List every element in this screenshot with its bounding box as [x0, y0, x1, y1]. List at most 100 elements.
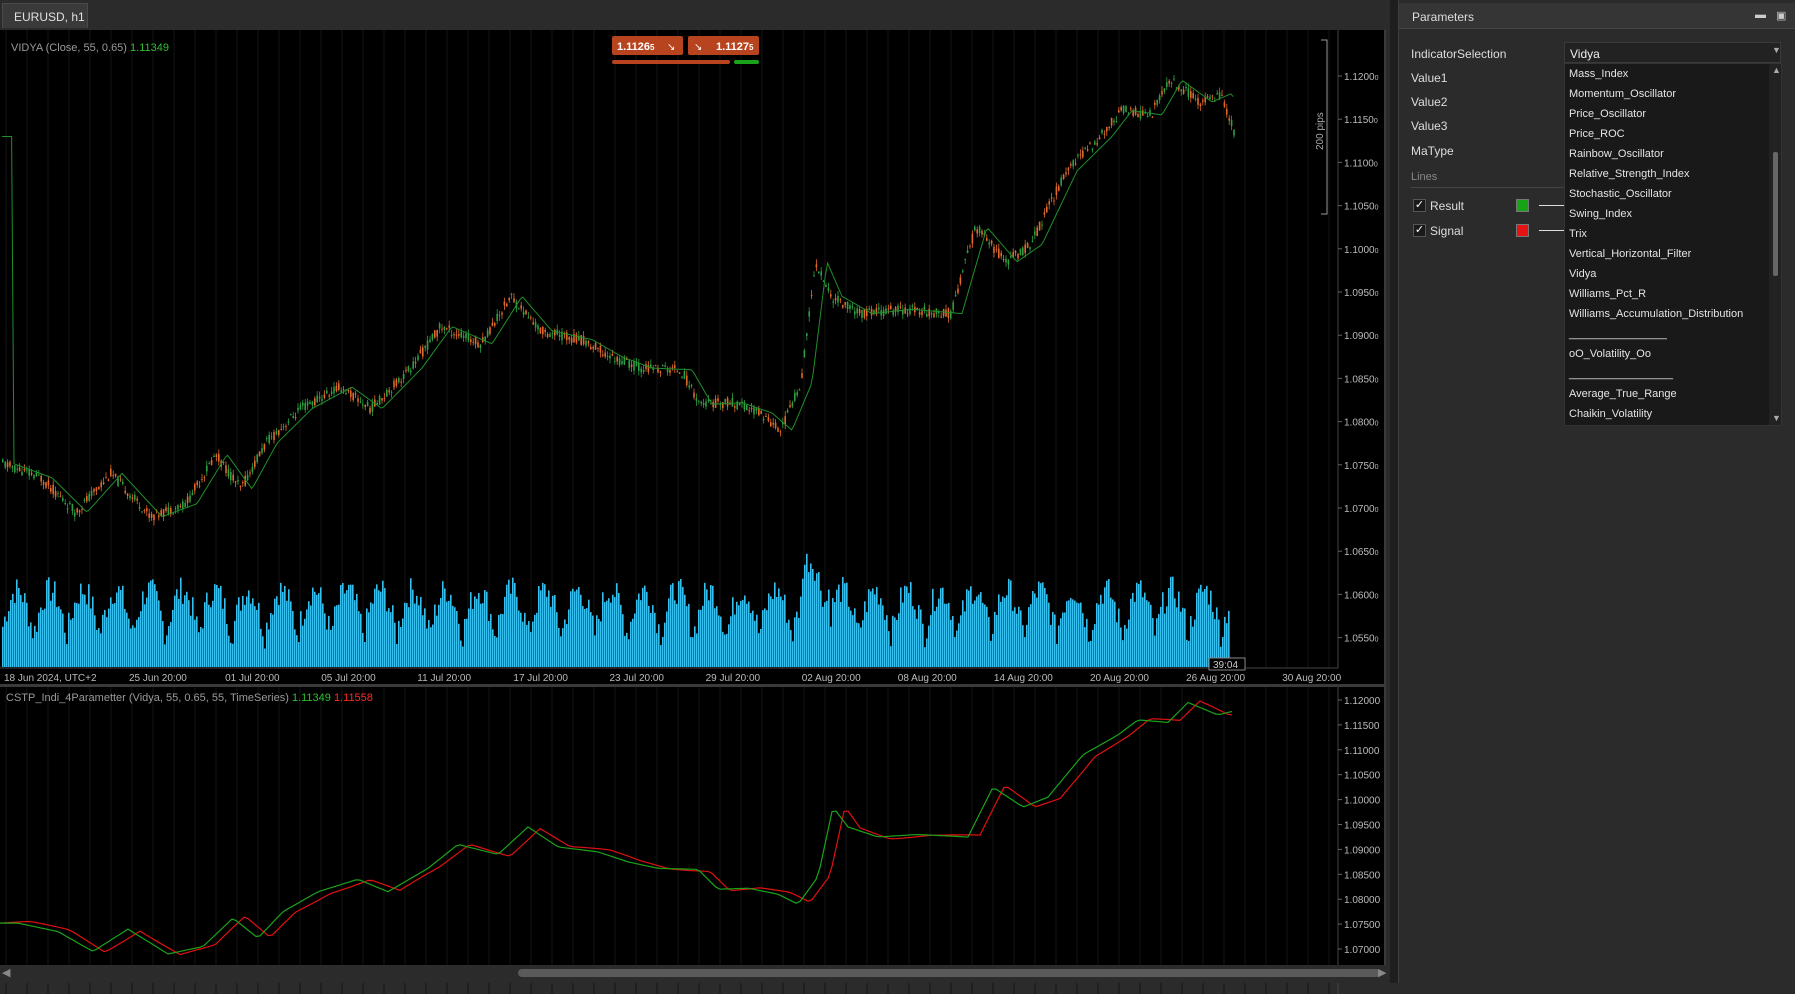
volume-bar — [10, 599, 12, 667]
candle-body — [225, 465, 227, 474]
candle-body — [522, 311, 525, 315]
dropdown-option[interactable]: Chaikin_Volatility — [1569, 408, 1652, 420]
volume-bar — [306, 609, 308, 667]
candle-body — [1221, 94, 1223, 96]
main-price-chart[interactable]: 1.12000 1.11500 1.11000 1.10500 1.10000 1.095… — [0, 30, 1386, 683]
candle-body — [1089, 142, 1091, 144]
dropdown-option[interactable]: Vidya — [1569, 268, 1596, 280]
chart-tab[interactable]: EURUSD, h1 — [2, 3, 88, 28]
candle-body — [64, 502, 66, 505]
dropdown-option[interactable]: Vertical_Horizontal_Filter — [1569, 248, 1691, 260]
candle-body — [1103, 133, 1106, 135]
result-color-swatch[interactable] — [1516, 199, 1529, 212]
scrollbar-thumb[interactable] — [518, 969, 1380, 977]
volume-bar — [856, 622, 858, 667]
dropdown-option[interactable]: Stochastic_Oscillator — [1569, 188, 1672, 200]
dropdown-option[interactable]: Price_Oscillator — [1569, 108, 1646, 120]
buy-button[interactable]: ↘ 1.11275 — [688, 36, 759, 55]
candle-body — [930, 312, 933, 315]
candle-body — [962, 270, 964, 272]
candle-body — [1161, 91, 1163, 95]
volume-bar — [678, 581, 680, 667]
indicator-dropdown-list[interactable]: Mass_Index Momentum_Oscillator Price_Oscil… — [1564, 63, 1782, 426]
volume-bar — [358, 611, 360, 667]
candle-body — [371, 402, 374, 412]
scroll-down-icon[interactable]: ▼ — [1772, 413, 1781, 423]
scroll-left-icon[interactable]: ◀ — [2, 966, 10, 979]
volume-bar — [522, 621, 524, 667]
horizontal-scrollbar[interactable]: ◀ ▶ — [0, 965, 1390, 983]
indicator-subchart[interactable]: 1.12000 1.11500 1.11000 1.10500 1.10000 1.095… — [0, 687, 1386, 994]
volume-bar — [650, 613, 652, 667]
volume-bar — [246, 596, 248, 667]
dropdown-scrollbar[interactable]: ▲ ▼ — [1769, 64, 1781, 425]
candle-body — [268, 434, 270, 444]
volume-bar — [1158, 614, 1160, 667]
dropdown-option[interactable]: _________________ — [1569, 368, 1673, 380]
candle-body — [1158, 95, 1161, 101]
dropdown-option[interactable]: Average_True_Range — [1569, 388, 1677, 400]
dropdown-option[interactable]: oO_Volatility_Oo — [1569, 348, 1651, 360]
panel-splitter[interactable] — [1390, 0, 1398, 983]
dropdown-option[interactable]: Rainbow_Oscillator — [1569, 148, 1664, 160]
volume-bar — [200, 627, 202, 667]
chart-area[interactable]: 1.12000 1.11500 1.11000 1.10500 1.10000 1.095… — [0, 30, 1386, 994]
dropdown-option[interactable]: Price_ROC — [1569, 128, 1625, 140]
signal-color-swatch[interactable] — [1516, 224, 1529, 237]
time-axis: 18 Jun 2024, UTC+2 25 Jun 20:00 01 Jul 20:… — [4, 673, 1342, 683]
candle-body — [2, 459, 4, 463]
dropdown-option[interactable]: Williams_Pct_R — [1569, 288, 1646, 300]
dropdown-option[interactable]: Williams_Accumulation_Distribution — [1569, 308, 1743, 320]
candle-body — [714, 398, 717, 408]
sell-button[interactable]: 1.11265 ↘ — [612, 36, 683, 55]
chevron-down-icon[interactable]: ▼ — [1772, 45, 1781, 55]
dropdown-option[interactable]: Trix — [1569, 228, 1587, 240]
volume-bar — [864, 601, 866, 667]
candle-body — [827, 287, 830, 291]
volume-bar — [204, 602, 206, 667]
dropdown-scrollbar-thumb[interactable] — [1773, 152, 1778, 276]
volume-bar — [1166, 606, 1168, 667]
volume-bar — [1194, 619, 1196, 667]
dropdown-option[interactable]: Mass_Index — [1569, 68, 1628, 80]
lines-section-label: Lines — [1411, 171, 1438, 183]
volume-bar — [738, 605, 740, 667]
candle-body — [50, 487, 52, 492]
candle-body — [383, 397, 386, 399]
candle-body — [777, 427, 779, 432]
volume-bar — [42, 610, 44, 667]
candle-body — [1038, 221, 1041, 231]
candle-body — [818, 271, 820, 273]
volume-bar — [252, 598, 254, 667]
candle-body — [246, 474, 249, 480]
volume-bar — [1018, 606, 1020, 667]
candle-body — [585, 340, 587, 346]
volume-bar — [516, 596, 518, 667]
scroll-up-icon[interactable]: ▲ — [1772, 65, 1781, 75]
candle-body — [990, 240, 993, 244]
signal-checkbox[interactable]: ✓ — [1413, 224, 1426, 237]
dropdown-option[interactable]: ________________ — [1569, 328, 1667, 340]
indicator-select[interactable]: Vidya — [1564, 42, 1781, 63]
candle-body — [83, 499, 86, 501]
save-icon[interactable]: ▣ — [1776, 9, 1790, 23]
volume-bar — [686, 606, 688, 667]
dropdown-option[interactable]: Swing_Index — [1569, 208, 1632, 220]
candle-body — [263, 443, 266, 450]
volume-bar — [1164, 613, 1166, 667]
dropdown-option[interactable]: Momentum_Oscillator — [1569, 88, 1676, 100]
volume-bar — [350, 584, 352, 667]
price-tick-label: 1.06500 — [1344, 547, 1379, 558]
dropdown-option[interactable]: Relative_Strength_Index — [1569, 168, 1689, 180]
result-checkbox[interactable]: ✓ — [1413, 199, 1426, 212]
scroll-right-icon[interactable]: ▶ — [1378, 966, 1386, 979]
volume-bar — [488, 621, 490, 667]
candle-body — [196, 481, 198, 485]
candle-body — [102, 482, 105, 485]
volume-bar — [796, 611, 798, 667]
candle-body — [614, 360, 616, 362]
volume-bar — [468, 608, 470, 667]
candle-body — [638, 363, 640, 371]
volume-bar — [302, 625, 304, 667]
minimize-icon[interactable]: ▬ — [1755, 9, 1769, 23]
